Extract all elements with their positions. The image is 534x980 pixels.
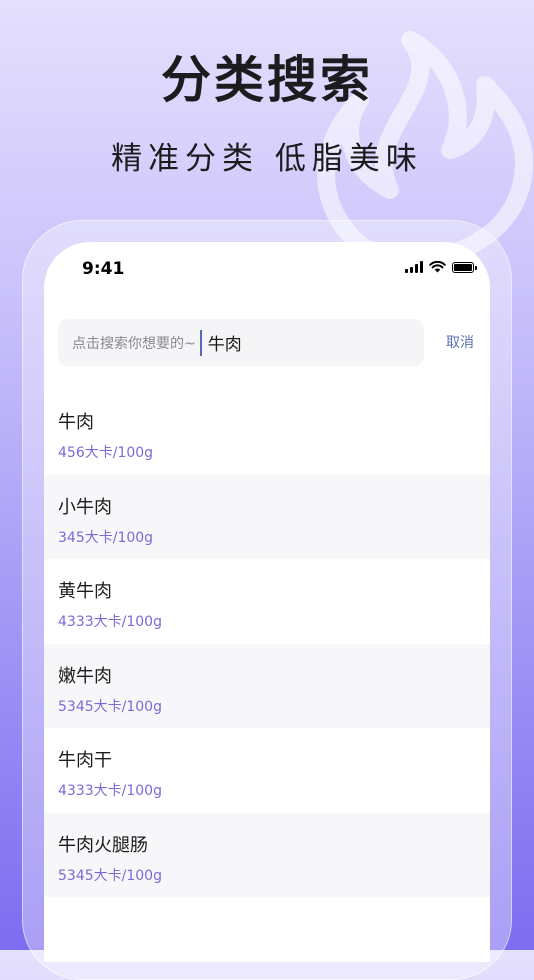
signal-icon (405, 261, 423, 273)
search-input[interactable]: 点击搜索你想要的~ 牛肉 (58, 319, 424, 366)
cancel-button[interactable]: 取消 (446, 332, 474, 352)
phone-screen: 9:41 点击搜索你想要的~ 牛肉 取消 牛肉 456大卡/100g 小牛肉 3… (44, 242, 490, 962)
food-name: 黄牛肉 (58, 581, 112, 602)
status-icons (405, 261, 477, 273)
battery-icon (452, 261, 477, 273)
food-name: 牛肉干 (58, 750, 112, 771)
list-item[interactable]: 黄牛肉 4333大卡/100g (44, 559, 490, 644)
food-calories: 456大卡/100g (58, 445, 154, 461)
promo-headline: 分类搜索 (161, 51, 373, 109)
results-list: 牛肉 456大卡/100g 小牛肉 345大卡/100g 黄牛肉 4333大卡/… (44, 390, 490, 897)
food-name: 牛肉 (58, 412, 94, 433)
wifi-icon (429, 261, 446, 273)
food-name: 牛肉火腿肠 (58, 834, 148, 856)
food-calories: 4333大卡/100g (58, 614, 162, 630)
status-bar: 9:41 (44, 242, 490, 298)
food-calories: 345大卡/100g (58, 529, 154, 546)
food-calories: 5345大卡/100g (58, 867, 162, 884)
search-placeholder: 点击搜索你想要的~ (72, 335, 196, 352)
food-calories: 5345大卡/100g (58, 698, 162, 715)
search-row: 点击搜索你想要的~ 牛肉 取消 (58, 319, 488, 366)
list-item[interactable]: 嫩牛肉 5345大卡/100g (44, 643, 490, 728)
food-name: 嫩牛肉 (58, 665, 112, 687)
status-time: 9:41 (82, 259, 125, 279)
search-value: 牛肉 (207, 335, 242, 355)
list-item[interactable]: 牛肉干 4333大卡/100g (44, 728, 490, 813)
list-item[interactable]: 小牛肉 345大卡/100g (44, 474, 490, 559)
list-item[interactable]: 牛肉火腿肠 5345大卡/100g (44, 812, 490, 897)
promo-subline: 精准分类 低脂美味 (111, 141, 423, 177)
food-calories: 4333大卡/100g (58, 783, 162, 799)
text-cursor (199, 329, 202, 356)
list-item[interactable]: 牛肉 456大卡/100g (44, 390, 490, 475)
food-name: 小牛肉 (58, 496, 112, 518)
